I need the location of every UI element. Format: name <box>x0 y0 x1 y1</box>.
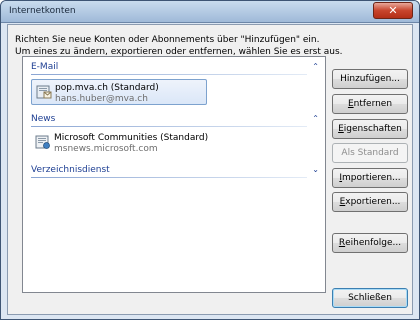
set-default-button[interactable]: Als Standard <box>332 143 408 163</box>
remove-button[interactable]: Entfernen <box>332 94 408 114</box>
add-button-label: Hinzufügen... <box>340 74 400 84</box>
add-button[interactable]: Hinzufügen... <box>332 69 408 89</box>
account-name: pop.mva.ch (Standard) <box>55 83 159 93</box>
group-divider <box>31 126 307 127</box>
group-divider <box>31 177 307 178</box>
import-button[interactable]: Importieren... <box>332 168 408 188</box>
dialog-window: Internetkonten ✕ Richten Sie neue Konten… <box>0 0 420 320</box>
expand-chevron-icon[interactable]: ⌄ <box>312 165 319 174</box>
remove-button-label: ntfernen <box>353 99 393 109</box>
export-button[interactable]: Exportieren... <box>332 192 408 212</box>
title-bar[interactable]: Internetkonten ✕ <box>1 1 419 23</box>
group-label-news: News <box>31 114 56 124</box>
export-button-label: xportieren... <box>345 197 401 207</box>
order-button-label: eihenfolge... <box>345 238 402 248</box>
group-header-news[interactable]: News ⌃ <box>31 114 321 127</box>
group-header-email[interactable]: E-Mail ⌃ <box>31 62 321 75</box>
account-detail: msnews.microsoft.com <box>54 144 158 154</box>
accounts-list[interactable]: E-Mail ⌃ pop.mva.ch (Standard) hans.hube… <box>22 56 326 293</box>
close-icon: ✕ <box>388 4 398 17</box>
properties-button-label: igenschaften <box>343 124 402 134</box>
properties-button[interactable]: Eigenschaften <box>332 119 408 139</box>
import-button-label: mportieren... <box>342 173 401 183</box>
order-button[interactable]: Reihenfolge... <box>332 233 408 253</box>
instructions-text: Richten Sie neue Konten oder Abonnements… <box>15 34 343 58</box>
close-button-label: Schließen <box>348 293 392 303</box>
account-item-news[interactable]: Microsoft Communities (Standard) msnews.… <box>31 130 231 156</box>
news-server-icon <box>35 134 51 150</box>
mail-server-icon <box>36 84 52 100</box>
set-default-button-label: Als Standard <box>341 148 399 158</box>
account-detail: hans.huber@mva.ch <box>55 94 148 104</box>
instructions-line-1: Richten Sie neue Konten oder Abonnements… <box>15 35 320 45</box>
window-title: Internetkonten <box>9 6 76 16</box>
account-item-mail[interactable]: pop.mva.ch (Standard) hans.huber@mva.ch <box>31 79 207 105</box>
collapse-chevron-icon[interactable]: ⌃ <box>312 62 319 71</box>
group-label-email: E-Mail <box>31 62 59 72</box>
close-button[interactable]: Schließen <box>332 288 408 308</box>
group-label-directory: Verzeichnisdienst <box>31 165 110 175</box>
dialog-client-area: Richten Sie neue Konten oder Abonnements… <box>7 24 413 315</box>
group-header-directory[interactable]: Verzeichnisdienst ⌄ <box>31 165 321 178</box>
account-name: Microsoft Communities (Standard) <box>54 133 209 143</box>
group-divider <box>31 74 307 75</box>
collapse-chevron-icon[interactable]: ⌃ <box>312 114 319 123</box>
close-window-button[interactable]: ✕ <box>373 2 413 19</box>
